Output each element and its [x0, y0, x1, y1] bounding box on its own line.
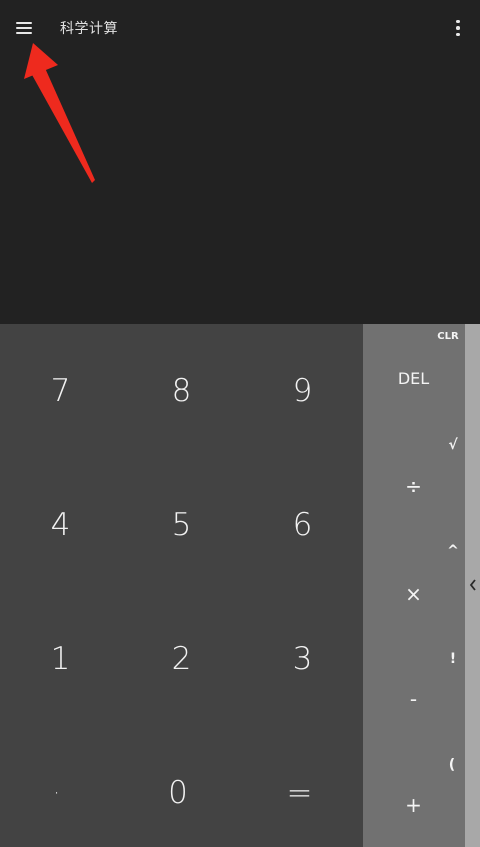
number-pad: 7 8 9 4 5 6 1 2 3 · 0 =	[0, 324, 363, 847]
display-area: 科学计算	[0, 0, 480, 324]
sqrt-button[interactable]: √	[443, 434, 463, 456]
key-5[interactable]: 5	[121, 458, 242, 592]
paren-button[interactable]: (	[441, 754, 463, 776]
more-vertical-icon[interactable]	[448, 14, 468, 42]
minus-button[interactable]: -	[393, 684, 434, 714]
power-button[interactable]: ^	[443, 541, 463, 561]
delete-button[interactable]: DEL	[383, 364, 444, 392]
app-title: 科学计算	[60, 21, 118, 37]
key-8[interactable]: 8	[121, 324, 242, 458]
key-0[interactable]: 0	[121, 726, 235, 847]
key-7[interactable]: 7	[0, 324, 121, 458]
key-4[interactable]: 4	[0, 458, 121, 592]
divide-button[interactable]: ÷	[393, 471, 434, 501]
plus-button[interactable]: +	[393, 790, 434, 820]
key-3[interactable]: 3	[242, 592, 363, 726]
key-6[interactable]: 6	[242, 458, 363, 592]
key-decimal[interactable]: ·	[0, 726, 113, 847]
key-2[interactable]: 2	[121, 592, 242, 726]
chevron-left-icon[interactable]	[465, 572, 480, 598]
key-9[interactable]: 9	[242, 324, 363, 458]
app-bar: 科学计算	[0, 0, 480, 56]
key-1[interactable]: 1	[0, 592, 121, 726]
advanced-drawer[interactable]	[465, 324, 480, 847]
operator-panel: CLR DEL √ ÷ ^ × ! - ( +	[363, 324, 465, 847]
clear-button[interactable]: CLR	[433, 326, 463, 346]
multiply-button[interactable]: ×	[393, 579, 434, 609]
factorial-button[interactable]: !	[443, 648, 463, 670]
hamburger-menu-icon	[16, 22, 32, 34]
menu-button[interactable]	[8, 12, 40, 44]
key-equals[interactable]: =	[242, 726, 357, 847]
